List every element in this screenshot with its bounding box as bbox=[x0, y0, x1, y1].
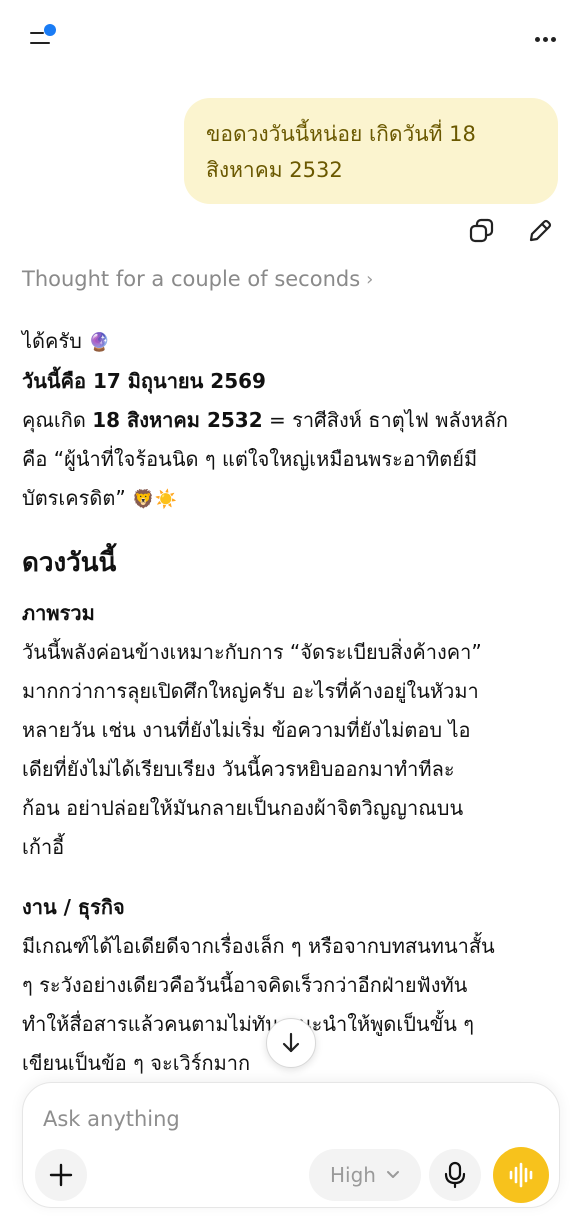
overview-line: ก้อน อย่าปล่อยให้มันกลายเป็นกองผ้าจิตวิญ… bbox=[22, 796, 464, 820]
greeting-text: ได้ครับ bbox=[22, 329, 82, 353]
more-options-button[interactable] bbox=[530, 24, 560, 54]
thought-label: Thought for a couple of seconds bbox=[22, 267, 361, 291]
overview-line: เดียที่ยังไม่ได้เรียบเรียง วันนี้ควรหยิบ… bbox=[22, 757, 455, 781]
menu-icon-bar bbox=[30, 42, 50, 44]
more-icon-dot bbox=[542, 36, 548, 42]
menu-button[interactable] bbox=[20, 18, 64, 58]
thought-toggle[interactable]: Thought for a couple of seconds › bbox=[22, 263, 373, 295]
chevron-right-icon: › bbox=[366, 268, 374, 290]
message-input[interactable] bbox=[43, 1101, 523, 1137]
attach-button[interactable] bbox=[35, 1149, 87, 1201]
chevron-down-icon bbox=[386, 1171, 399, 1178]
dictate-button[interactable] bbox=[429, 1149, 481, 1201]
birth-line-1: คุณเกิด 18 สิงหาคม 2532 = ราศีสิงห์ ธาตุ… bbox=[22, 401, 564, 440]
notification-dot bbox=[44, 24, 56, 36]
copy-button[interactable] bbox=[464, 212, 500, 250]
birth-line3-text: บัตรเครดิต” bbox=[22, 486, 126, 510]
birth-line-2: คือ “ผู้นำที่ใจร้อนนิด ๆ แต่ใจใหญ่เหมือน… bbox=[22, 447, 478, 471]
edit-icon bbox=[529, 219, 552, 242]
user-message-text: ขอดวงวันนี้หน่อย เกิดวันที่ 18 สิงหาคม 2… bbox=[206, 122, 476, 182]
today-prefix: วันนี้คือ bbox=[22, 369, 93, 393]
more-icon-dot bbox=[550, 36, 556, 42]
overview-line: เก้าอี้ bbox=[22, 835, 65, 859]
birth-prefix: คุณเกิด bbox=[22, 408, 93, 432]
edit-button[interactable] bbox=[522, 212, 558, 250]
section-title-work: งาน / ธุรกิจ bbox=[22, 895, 125, 919]
model-selector[interactable]: High bbox=[309, 1149, 421, 1201]
greeting-line: ได้ครับ 🔮 bbox=[22, 322, 564, 362]
voice-mode-button[interactable] bbox=[493, 1147, 549, 1203]
overview-line: วันนี้พลังค่อนข้างเหมาะกับการ “จัดระเบีย… bbox=[22, 640, 482, 664]
user-message-bubble: ขอดวงวันนี้หน่อย เกิดวันที่ 18 สิงหาคม 2… bbox=[184, 98, 558, 204]
mic-icon bbox=[444, 1161, 466, 1189]
assistant-message: ได้ครับ 🔮 วันนี้คือ 17 มิถุนายน 2569 คุณ… bbox=[22, 322, 564, 1103]
overview-line: หลายวัน เช่น งานที่ยังไม่เริ่ม ข้อความที… bbox=[22, 718, 471, 742]
birth-line1-rest: = ราศีสิงห์ ธาตุไฟ พลังหลัก bbox=[262, 408, 509, 432]
menu-icon bbox=[30, 32, 44, 34]
birth-date: 18 สิงหาคม 2532 bbox=[92, 408, 263, 432]
top-bar bbox=[0, 0, 584, 76]
scroll-to-bottom-button[interactable] bbox=[266, 1018, 316, 1068]
voice-waveform-icon bbox=[509, 1162, 533, 1188]
arrow-down-icon bbox=[282, 1032, 300, 1053]
message-actions bbox=[464, 212, 558, 252]
composer: High bbox=[22, 1082, 560, 1208]
section-title-overview: ภาพรวม bbox=[22, 601, 95, 625]
work-line: มีเกณฑ์ได้ไอเดียดีจากเรื่องเล็ก ๆ หรือจา… bbox=[22, 934, 495, 958]
horoscope-heading: ดวงวันนี้ bbox=[22, 548, 117, 578]
model-label: High bbox=[330, 1163, 376, 1187]
overview-line: มากกว่าการลุยเปิดศึกใหญ่ครับ อะไรที่ค้าง… bbox=[22, 679, 479, 703]
lion-sun-emoji: 🦁☀️ bbox=[132, 489, 177, 510]
more-icon bbox=[534, 36, 540, 42]
birth-line-3: บัตรเครดิต” 🦁☀️ bbox=[22, 479, 564, 519]
plus-icon bbox=[49, 1163, 73, 1187]
work-line: ๆ ระวังอย่างเดียวคือวันนี้อาจคิดเร็วกว่า… bbox=[22, 973, 468, 997]
section-body-overview: วันนี้พลังค่อนข้างเหมาะกับการ “จัดระเบีย… bbox=[22, 633, 564, 867]
today-line: วันนี้คือ 17 มิถุนายน 2569 bbox=[22, 362, 564, 401]
today-date: 17 มิถุนายน 2569 bbox=[92, 369, 266, 393]
copy-icon bbox=[469, 218, 494, 243]
crystal-ball-emoji: 🔮 bbox=[88, 332, 111, 353]
